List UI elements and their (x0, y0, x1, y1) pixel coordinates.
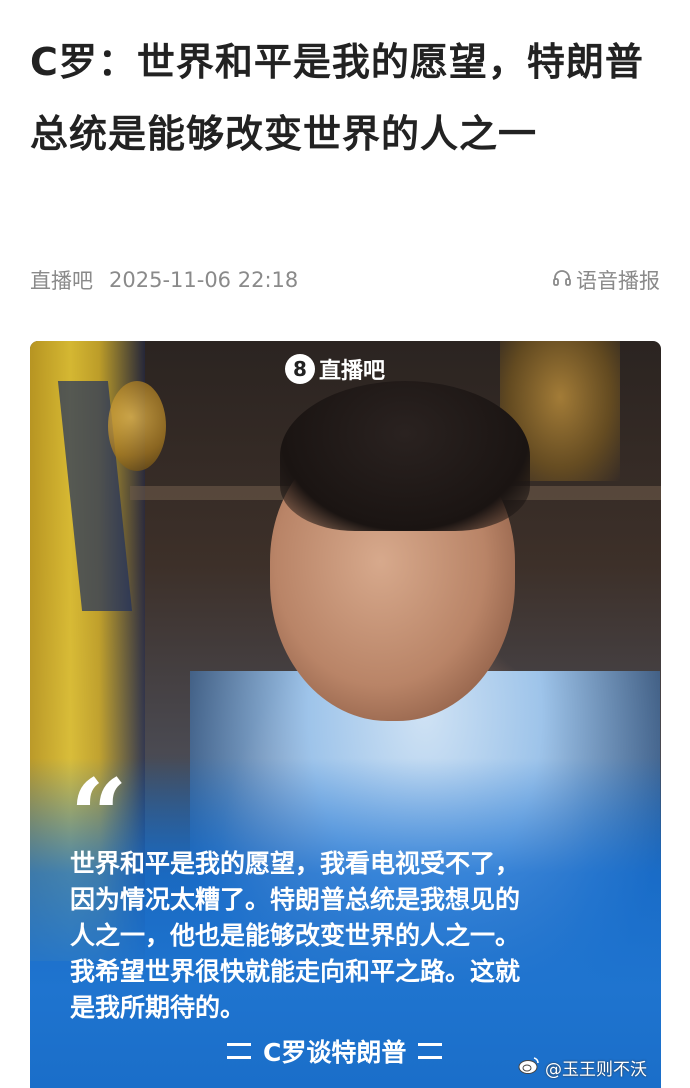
article-image[interactable]: 8 直播吧 “ 世界和平是我的愿望，我看电视受不了， 因为情况太糟了。特朗普总统… (30, 341, 661, 1088)
headphone-icon (552, 268, 576, 293)
audio-broadcast-button[interactable]: 语音播报 (552, 265, 660, 295)
quote-line: 是我所期待的。 (70, 993, 246, 1022)
quote-line: 我希望世界很快就能走向和平之路。这就 (70, 957, 521, 986)
brand-name: 直播吧 (319, 359, 386, 384)
brand-badge: 8 (285, 354, 315, 384)
brand-logo: 8 直播吧 (285, 353, 385, 385)
quote-line: 世界和平是我的愿望，我看电视受不了， (70, 849, 521, 878)
article-source[interactable]: 直播吧 (30, 265, 93, 295)
audio-broadcast-label: 语音播报 (576, 269, 660, 293)
trophy-left (108, 381, 166, 471)
weibo-icon (517, 1055, 545, 1080)
watermark: @玉王则不沃 (517, 1055, 647, 1080)
quote-text: 世界和平是我的愿望，我看电视受不了， 因为情况太糟了。特朗普总统是我想见的 人之… (70, 846, 655, 1026)
article-timestamp: 2025-11-06 22:18 (109, 268, 299, 292)
person-hair (280, 381, 530, 531)
watermark-text: @玉王则不沃 (545, 1060, 647, 1080)
quote-line: 人之一，他也是能够改变世界的人之一。 (70, 921, 521, 950)
attribution-text: C罗谈特朗普 (263, 1038, 407, 1067)
quote-attribution: C罗谈特朗普 (215, 1033, 454, 1069)
article-title: C罗：世界和平是我的愿望，特朗普总统是能够改变世界的人之一 (30, 40, 644, 156)
article-meta: 直播吧 2025-11-06 22:18 语音播报 (30, 264, 660, 296)
quote-line: 因为情况太糟了。特朗普总统是我想见的 (70, 885, 521, 914)
